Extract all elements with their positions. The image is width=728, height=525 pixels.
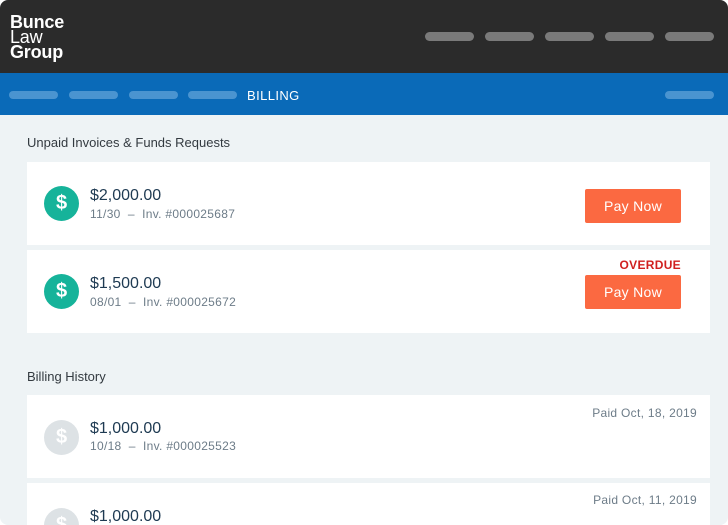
section-nav-billing[interactable]: BILLING [247, 88, 300, 103]
dollar-icon: $ [44, 420, 79, 455]
logo-line-3: Group [10, 42, 63, 62]
pay-now-button[interactable]: Pay Now [585, 189, 681, 223]
history-amount: $1,000.00 [90, 508, 162, 525]
history-card[interactable]: Paid Oct, 11, 2019 $ $1,000.00 [27, 483, 710, 525]
section-nav: BILLING [0, 73, 728, 115]
history-heading: Billing History [27, 369, 106, 384]
top-nav-item-4[interactable] [605, 32, 654, 41]
invoice-meta: 11/30 – Inv. #000025687 [90, 207, 236, 221]
section-nav-item-4[interactable] [188, 91, 237, 99]
firm-logo[interactable]: Bunce Law Group [10, 13, 64, 62]
paid-date: Paid Oct, 11, 2019 [593, 493, 697, 507]
overdue-badge: OVERDUE [619, 258, 681, 272]
paid-date: Paid Oct, 18, 2019 [592, 406, 697, 420]
top-nav-item-5[interactable] [665, 32, 714, 41]
pay-now-button[interactable]: Pay Now [585, 275, 681, 309]
section-nav-item-2[interactable] [69, 91, 118, 99]
invoice-card: OVERDUE $ $1,500.00 08/01 – Inv. #000025… [27, 250, 710, 333]
dollar-icon: $ [44, 508, 79, 525]
history-amount: $1,000.00 [90, 420, 162, 437]
top-bar: Bunce Law Group [0, 0, 728, 73]
dollar-icon: $ [44, 274, 79, 309]
top-nav-item-1[interactable] [425, 32, 474, 41]
top-nav-item-2[interactable] [485, 32, 534, 41]
history-card[interactable]: Paid Oct, 18, 2019 $ $1,000.00 10/18 – I… [27, 395, 710, 478]
history-meta: 10/18 – Inv. #000025523 [90, 439, 237, 453]
dollar-icon: $ [44, 186, 79, 221]
top-nav-item-3[interactable] [545, 32, 594, 41]
invoice-card: $ $2,000.00 11/30 – Inv. #000025687 Pay … [27, 162, 710, 245]
invoice-amount: $2,000.00 [90, 187, 162, 204]
app-window: Bunce Law Group BILLING Unpaid Invoices … [0, 0, 728, 525]
section-nav-item-3[interactable] [129, 91, 178, 99]
section-nav-item-1[interactable] [9, 91, 58, 99]
invoice-meta: 08/01 – Inv. #000025672 [90, 295, 237, 309]
top-nav [425, 32, 714, 41]
invoice-amount: $1,500.00 [90, 275, 162, 292]
unpaid-heading: Unpaid Invoices & Funds Requests [27, 135, 231, 150]
section-nav-item-right[interactable] [665, 91, 714, 99]
